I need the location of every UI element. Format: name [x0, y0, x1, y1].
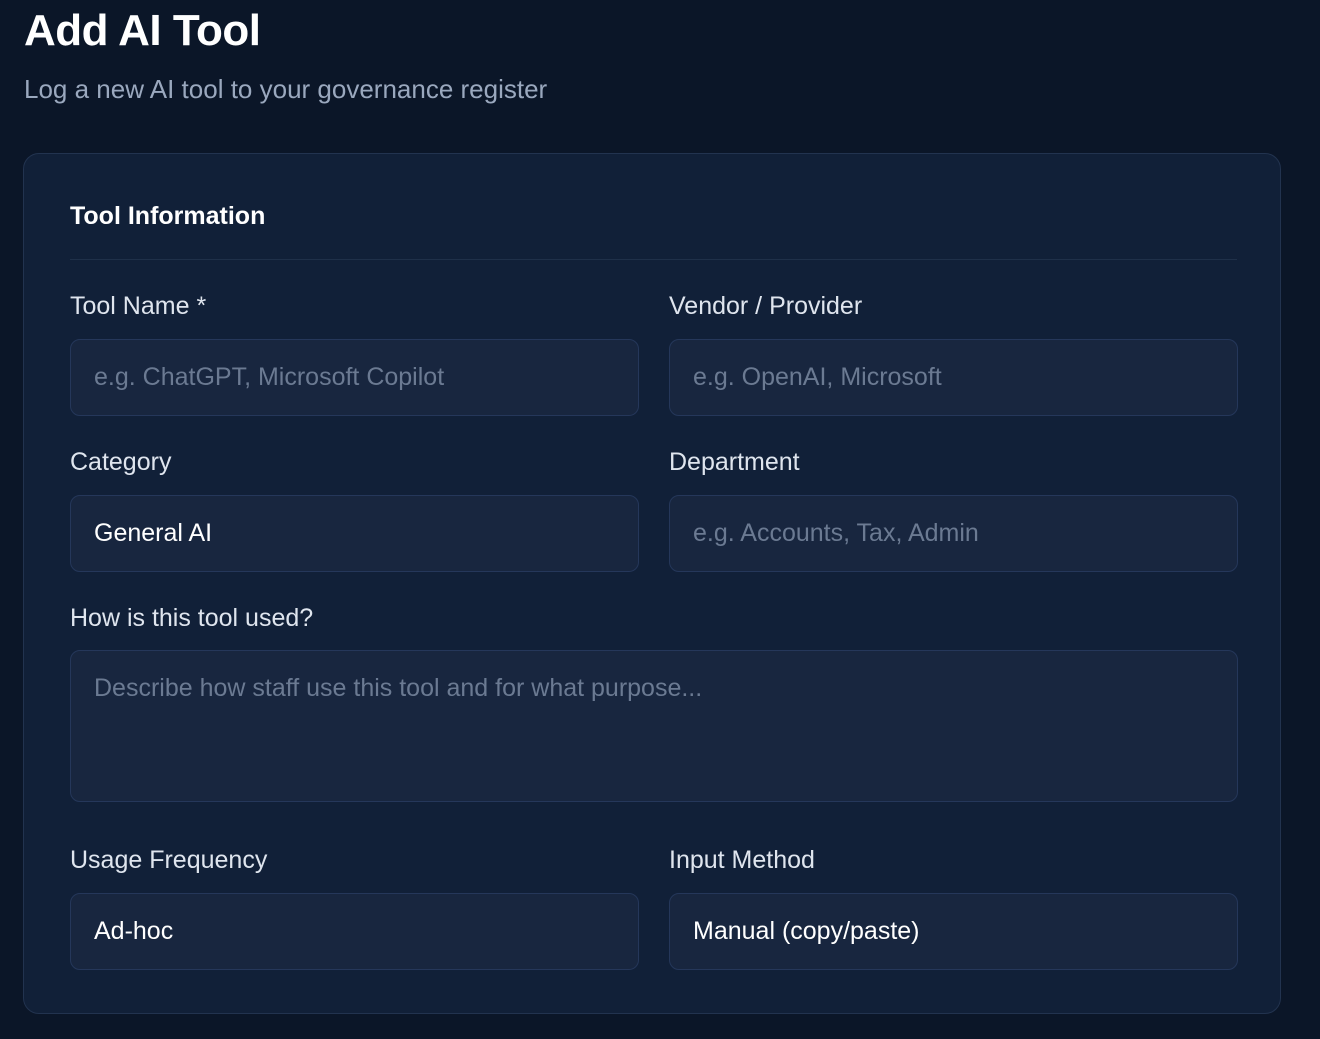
tool-information-card: Tool Information Tool Name * Vendor / Pr…: [23, 153, 1281, 1014]
usage-description-label: How is this tool used?: [70, 604, 314, 632]
department-input[interactable]: [669, 495, 1238, 572]
category-select[interactable]: General AI: [70, 495, 639, 572]
input-method-selected-value: Manual (copy/paste): [693, 917, 920, 945]
department-label: Department: [669, 448, 800, 476]
usage-frequency-select[interactable]: Ad-hoc: [70, 893, 639, 970]
tool-name-label: Tool Name *: [70, 292, 207, 320]
page-subtitle: Log a new AI tool to your governance reg…: [24, 74, 548, 104]
category-label: Category: [70, 448, 172, 476]
usage-frequency-selected-value: Ad-hoc: [94, 917, 174, 945]
vendor-input[interactable]: [669, 339, 1238, 416]
section-title: Tool Information: [70, 202, 266, 230]
page-title: Add AI Tool: [24, 6, 261, 55]
section-divider: [70, 259, 1237, 260]
vendor-label: Vendor / Provider: [669, 292, 863, 320]
usage-frequency-label: Usage Frequency: [70, 846, 268, 874]
tool-name-input[interactable]: [70, 339, 639, 416]
input-method-label: Input Method: [669, 846, 815, 874]
input-method-select[interactable]: Manual (copy/paste): [669, 893, 1238, 970]
category-selected-value: General AI: [94, 519, 213, 547]
usage-description-textarea[interactable]: [70, 650, 1238, 802]
